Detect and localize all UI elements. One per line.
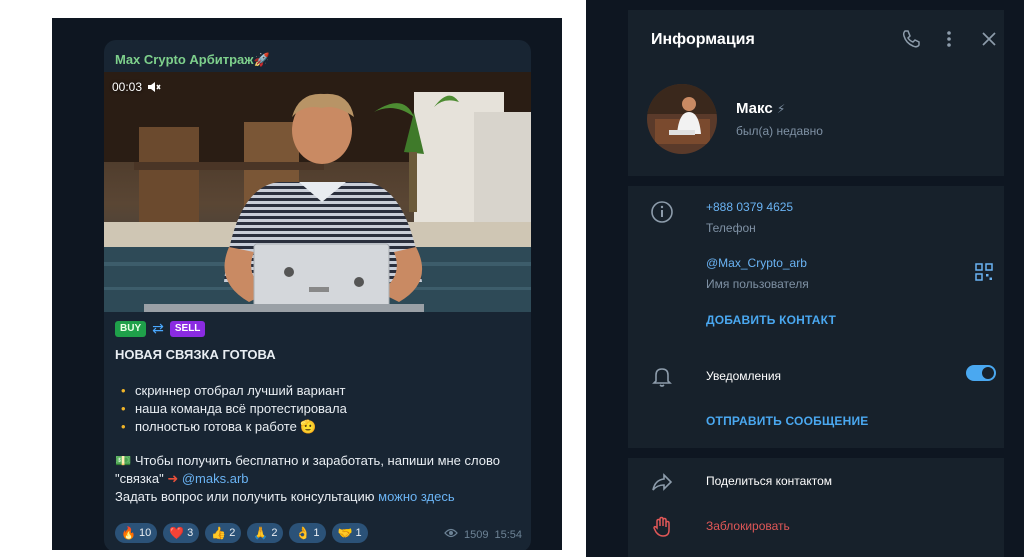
profile-name: Макс ⚡ xyxy=(736,100,786,117)
consult-link[interactable]: можно здесь xyxy=(378,489,455,504)
swap-arrows-icon: ⇄ xyxy=(152,320,164,336)
info-icon xyxy=(650,200,674,224)
bullet-list: скриннер отобрал лучший вариант наша ком… xyxy=(115,382,525,436)
mute-icon[interactable] xyxy=(147,81,161,93)
phone-number[interactable]: +888 0379 4625 xyxy=(706,200,793,214)
cta-word-line: "связка" ➜ @maks.arb xyxy=(115,471,249,486)
handshake-icon: 🤝 xyxy=(337,526,353,540)
share-icon xyxy=(650,470,674,494)
channel-name[interactable]: Max Crypto Арбитраж🚀 xyxy=(115,52,270,68)
more-options-icon[interactable] xyxy=(938,28,960,50)
phone-call-icon[interactable] xyxy=(900,28,922,50)
post-meta: 1509 15:54 xyxy=(444,528,522,541)
bullet-item: полностью готова к работе 🫡 xyxy=(121,418,525,436)
eye-icon xyxy=(444,528,458,541)
bullet-item: скриннер отобрал лучший вариант xyxy=(121,382,525,400)
info-card: Информация Макс ⚡ был(а) недавно +888 03… xyxy=(628,10,1004,557)
phone-label: Телефон xyxy=(706,221,756,235)
arrow-right-icon: ➜ xyxy=(167,471,179,486)
notifications-toggle[interactable] xyxy=(966,365,996,381)
video-player[interactable]: 00:03 xyxy=(104,72,531,312)
buy-badge: BUY xyxy=(115,320,147,337)
post-headline: НОВАЯ СВЯЗКА ГОТОВА xyxy=(115,347,276,362)
bell-icon xyxy=(650,364,674,388)
send-message-button[interactable]: ОТПРАВИТЬ СООБЩЕНИЕ xyxy=(706,414,868,428)
user-info-panel: Информация Макс ⚡ был(а) недавно +888 03… xyxy=(586,0,1024,557)
cta-line-1: 💵 Чтобы получить бесплатно и заработать,… xyxy=(115,453,500,468)
section-divider xyxy=(628,448,1004,458)
close-icon[interactable] xyxy=(978,28,1000,50)
heart-icon: ❤️ xyxy=(169,526,185,540)
ok-hand-icon: 👌 xyxy=(295,526,311,540)
block-user-button[interactable]: Заблокировать xyxy=(706,519,790,533)
profile-status: был(а) недавно xyxy=(736,124,823,138)
maks-arb-link[interactable]: @maks.arb xyxy=(182,471,249,486)
channel-post: Max Crypto Арбитраж🚀 00:03 BUY ⇄ SELL НО… xyxy=(104,40,531,550)
reaction-thumbs-up[interactable]: 👍 2 xyxy=(205,523,242,543)
info-header: Информация xyxy=(628,10,1004,68)
reaction-pray[interactable]: 🙏 2 xyxy=(247,523,284,543)
money-icon: 💵 xyxy=(115,453,132,468)
video-timecode: 00:03 xyxy=(112,80,161,94)
reaction-fire[interactable]: 🔥 10 xyxy=(115,523,158,543)
thumbs-up-icon: 👍 xyxy=(211,526,227,540)
share-contact-button[interactable]: Поделиться контактом xyxy=(706,474,832,488)
profile-section: Макс ⚡ был(а) недавно xyxy=(628,68,1004,176)
sell-badge: SELL xyxy=(169,320,206,337)
add-contact-button[interactable]: ДОБАВИТЬ КОНТАКТ xyxy=(706,313,836,327)
cta-line-2: Задать вопрос или получить консультацию … xyxy=(115,489,455,504)
qr-code-icon[interactable] xyxy=(974,262,994,282)
reaction-heart[interactable]: ❤️ 3 xyxy=(163,523,200,543)
bullet-item: наша команда всё протестировала xyxy=(121,400,525,418)
username-label: Имя пользователя xyxy=(706,277,809,291)
view-count: 1509 xyxy=(463,528,489,541)
username[interactable]: @Max_Crypto_arb xyxy=(706,256,807,270)
bolt-icon: ⚡ xyxy=(776,102,786,116)
section-divider xyxy=(628,176,1004,186)
block-hand-icon xyxy=(650,515,674,539)
post-text: НОВАЯ СВЯЗКА ГОТОВА скриннер отобрал луч… xyxy=(115,346,525,506)
buy-sell-badges: BUY ⇄ SELL xyxy=(115,320,206,337)
avatar[interactable] xyxy=(647,84,717,154)
pray-icon: 🙏 xyxy=(253,526,269,540)
reaction-handshake[interactable]: 🤝 1 xyxy=(331,523,368,543)
reactions-bar: 🔥 10 ❤️ 3 👍 2 🙏 2 👌 1 🤝 1 xyxy=(115,523,368,543)
info-title: Информация xyxy=(651,31,755,48)
channel-chat-panel: Max Crypto Арбитраж🚀 00:03 BUY ⇄ SELL НО… xyxy=(52,18,562,550)
fire-icon: 🔥 xyxy=(121,526,136,540)
post-time: 15:54 xyxy=(494,528,522,541)
reaction-ok[interactable]: 👌 1 xyxy=(289,523,326,543)
notifications-label: Уведомления xyxy=(706,369,782,383)
video-frame xyxy=(104,72,531,312)
